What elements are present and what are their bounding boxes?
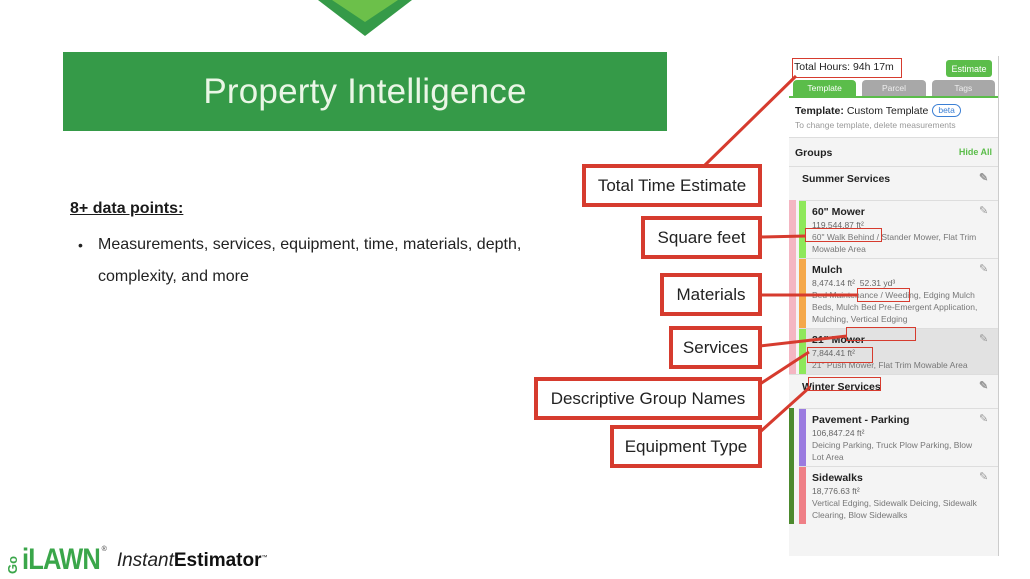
pencil-icon[interactable]: ✎	[979, 380, 991, 392]
callout-equipment: Equipment Type	[610, 425, 762, 468]
group-name: Summer Services	[802, 173, 891, 185]
item-description: Deicing Parking, Truck Plow Parking, Blo…	[812, 440, 973, 462]
template-hint: To change template, delete measurements	[789, 117, 998, 138]
tab-tags[interactable]: Tags	[931, 80, 995, 96]
connector-total-time	[703, 74, 798, 167]
tab-template[interactable]: Template	[793, 80, 857, 96]
item-name: Sidewalks	[812, 472, 863, 484]
highlight-services	[846, 327, 916, 341]
pencil-icon[interactable]: ✎	[979, 471, 991, 483]
callout-group-names: Descriptive Group Names	[534, 377, 762, 420]
estimator-panel: Total Hours: 94h 17m Estimate Template P…	[789, 56, 999, 556]
logo-registered: ®	[101, 546, 107, 553]
pencil-icon[interactable]: ✎	[979, 263, 991, 275]
item-color-bar	[799, 409, 806, 466]
item-name: Mulch	[812, 264, 843, 276]
data-points-heading: 8+ data points:	[70, 200, 184, 217]
item-color-bar	[799, 259, 806, 328]
chevron-down-icon	[318, 0, 412, 36]
item-volume: 52.31 yd³	[859, 278, 896, 288]
pencil-icon[interactable]: ✎	[979, 413, 991, 425]
highlight-materials	[857, 288, 910, 302]
item-area-value: 8,474.14 ft²	[812, 278, 856, 288]
group-summer-services: Summer Services ✎ 60" Mower 119,544.87 f…	[789, 166, 998, 374]
groups-header: Groups Hide All	[789, 138, 998, 166]
item-color-bar	[799, 467, 806, 524]
callout-square-feet: Square feet	[641, 216, 762, 259]
logo-instant: Instant	[116, 550, 174, 571]
pencil-icon[interactable]: ✎	[979, 333, 991, 345]
highlight-square-feet	[805, 228, 882, 242]
template-row: Template: Custom Template beta	[789, 98, 998, 117]
pencil-icon[interactable]: ✎	[979, 205, 991, 217]
hide-all-button[interactable]: Hide All	[959, 147, 992, 166]
logo-trademark: ™	[261, 555, 268, 561]
highlight-total-hours	[792, 58, 902, 78]
item-description: Vertical Edging, Sidewalk Deicing, Sidew…	[812, 498, 977, 520]
item-area: 106,847.24 ft²	[812, 428, 865, 438]
list-item[interactable]: Pavement - Parking 106,847.24 ft² Deicin…	[799, 408, 998, 466]
highlight-group-name	[807, 347, 873, 363]
callout-materials: Materials	[660, 273, 762, 316]
group-header[interactable]: Summer Services ✎	[789, 166, 998, 200]
item-name: Pavement - Parking	[812, 414, 910, 426]
bullet-list: Measurements, services, equipment, time,…	[78, 229, 528, 293]
group-winter-services: Winter Services ✎ Pavement - Parking 106…	[789, 374, 998, 524]
tab-parcel[interactable]: Parcel	[862, 80, 926, 96]
panel-tabs: Template Parcel Tags	[789, 80, 998, 98]
logo-ilawn: iLAWN	[22, 543, 101, 576]
logo-estimator: Estimator	[173, 550, 262, 571]
item-color-bar	[799, 329, 806, 374]
slide-title: Property Intelligence	[203, 71, 527, 111]
estimate-button[interactable]: Estimate	[946, 60, 992, 77]
goilawn-logo: Go iLAWN ® Instant Estimator ™	[5, 537, 268, 576]
groups-label: Groups	[795, 147, 833, 159]
highlight-equipment	[808, 377, 881, 391]
template-value: Custom Template	[846, 104, 929, 117]
pencil-icon[interactable]: ✎	[979, 172, 991, 184]
item-area: 18,776.63 ft²	[812, 486, 860, 496]
callout-total-time: Total Time Estimate	[582, 164, 762, 207]
beta-badge: beta	[932, 104, 961, 117]
bullet-item: Measurements, services, equipment, time,…	[78, 229, 528, 293]
template-label: Template:	[795, 104, 844, 117]
item-name: 60" Mower	[812, 206, 865, 218]
logo-go: Go	[5, 555, 20, 574]
list-item[interactable]: Sidewalks 18,776.63 ft² Vertical Edging,…	[799, 466, 998, 524]
title-banner: Property Intelligence	[63, 52, 667, 131]
callout-services: Services	[669, 326, 762, 369]
